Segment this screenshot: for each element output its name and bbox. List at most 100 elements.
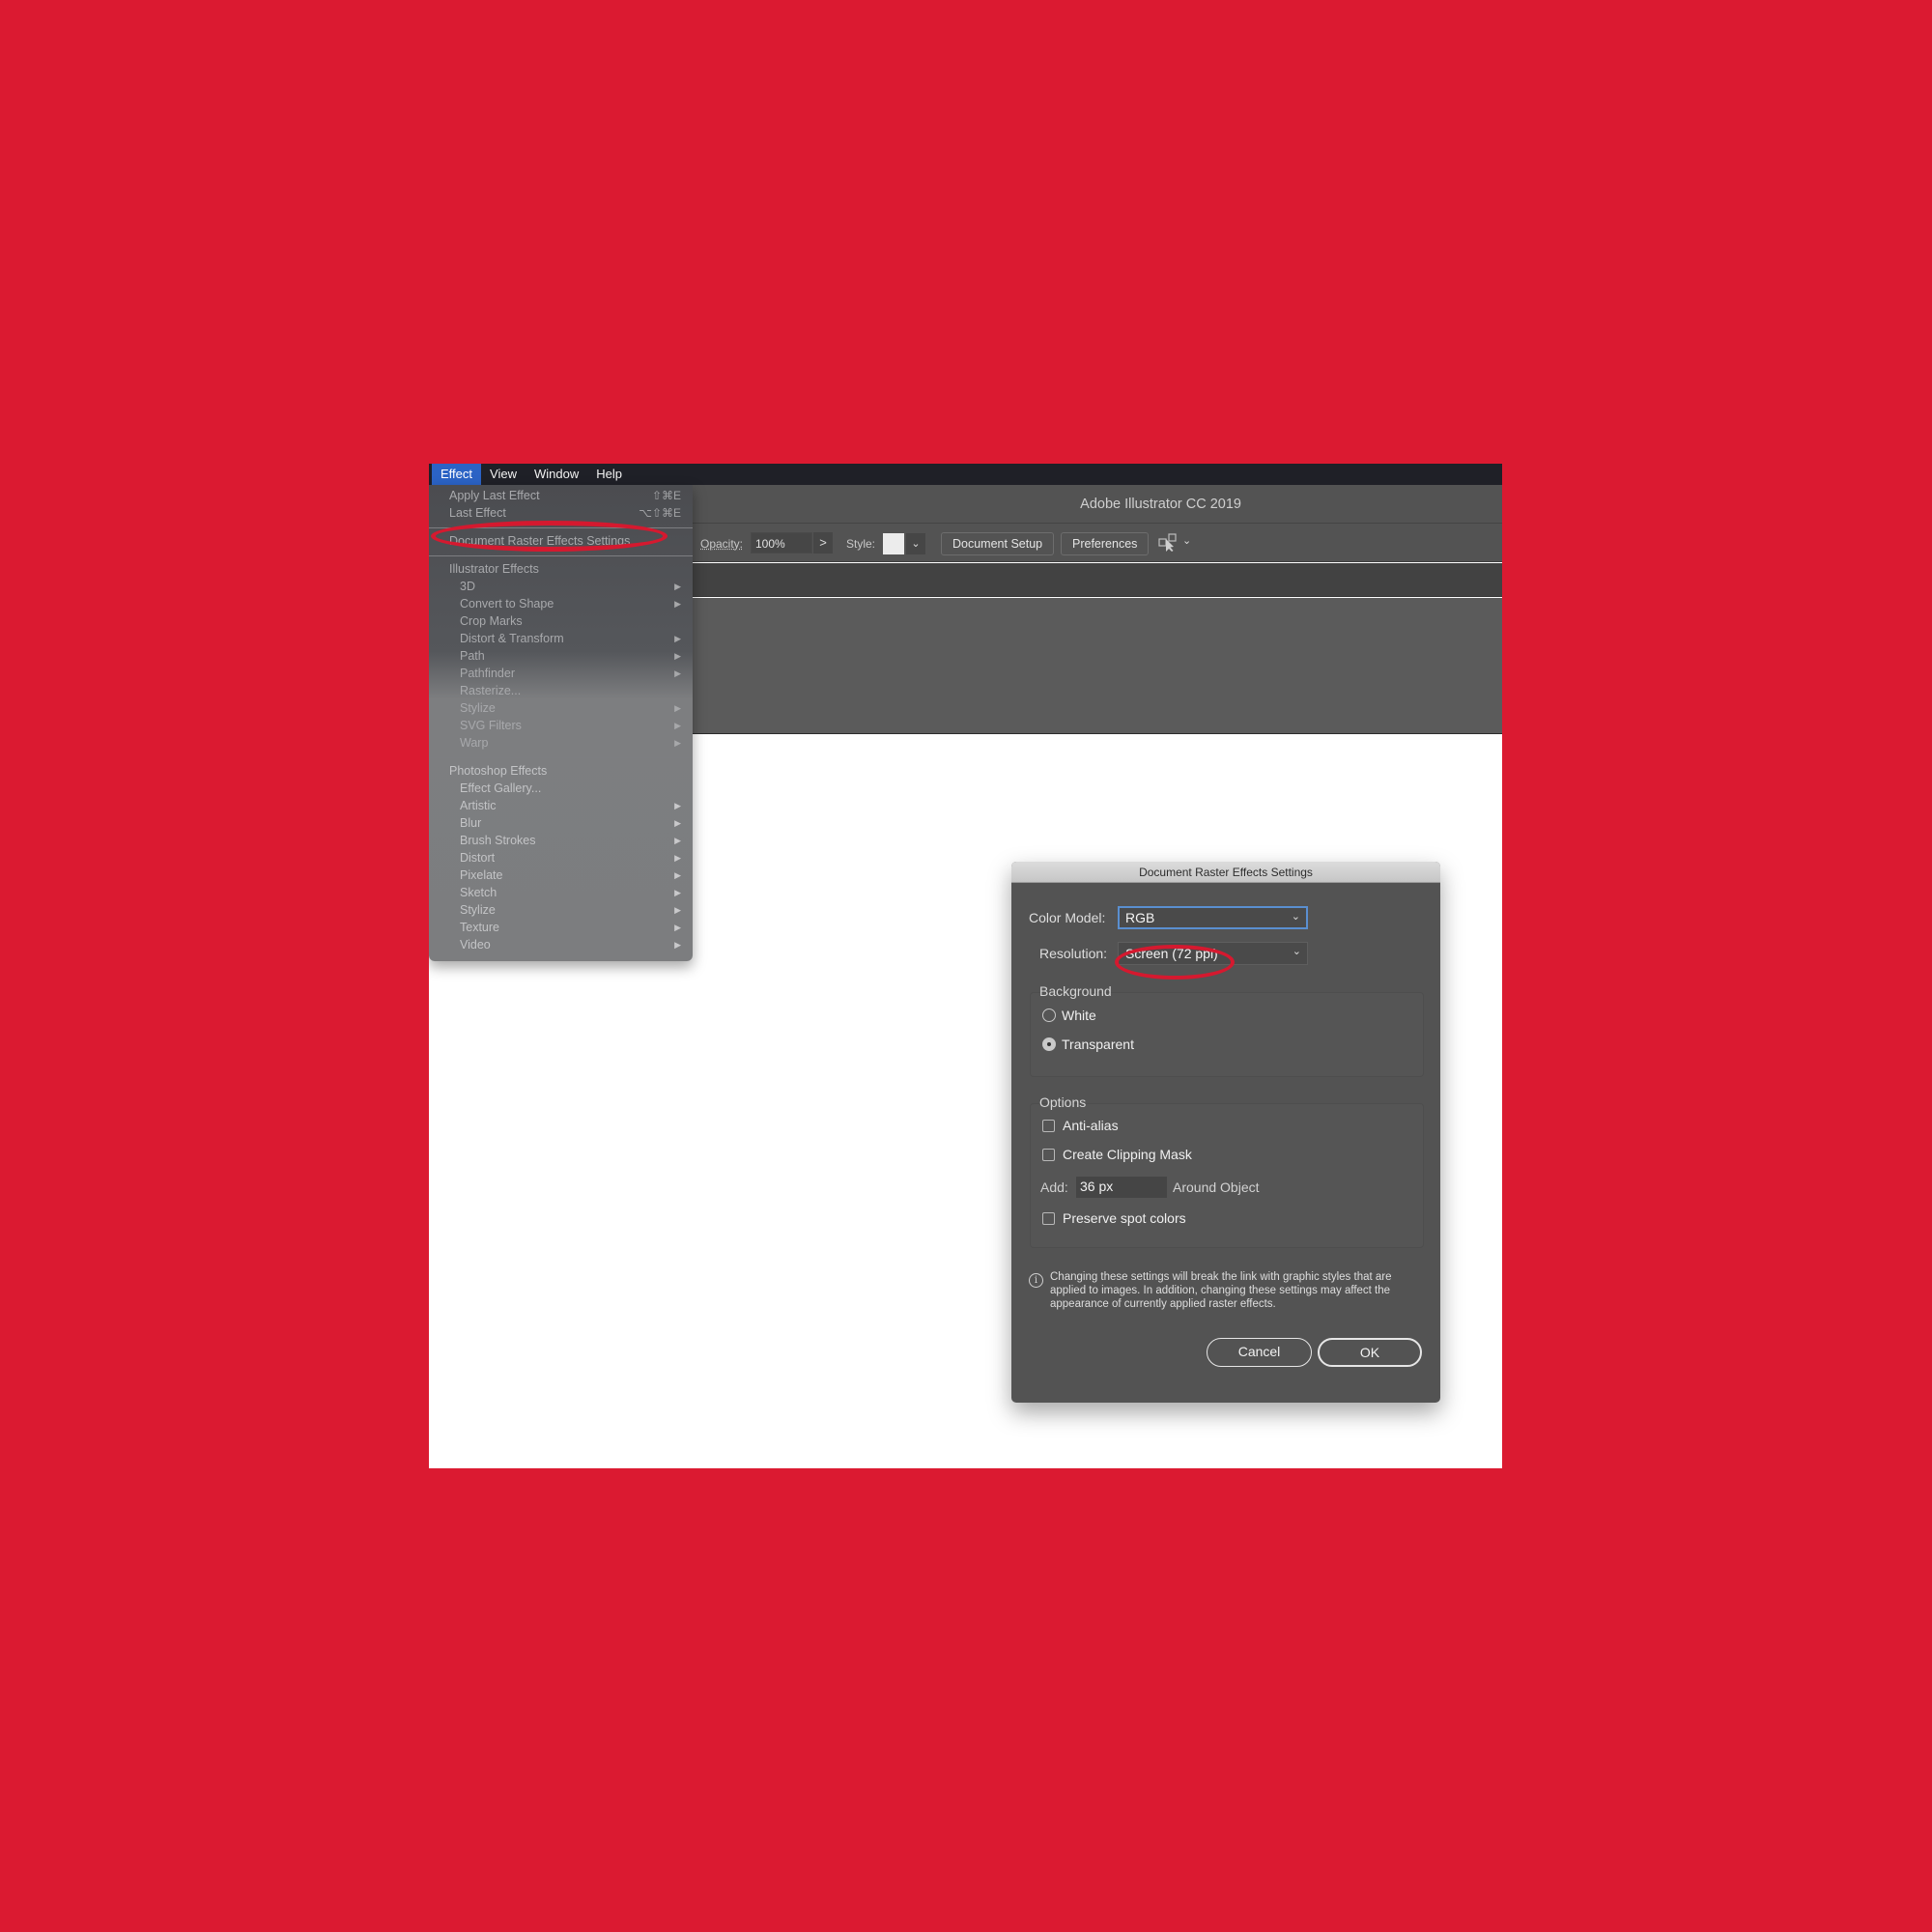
menu-bar: Effect View Window Help — [429, 464, 1502, 485]
add-label: Add: — [1040, 1179, 1068, 1195]
style-swatch[interactable] — [883, 533, 904, 554]
submenu-arrow-icon: ▶ — [674, 634, 681, 643]
checkbox-label: Anti-alias — [1063, 1118, 1119, 1133]
submenu-arrow-icon: ▶ — [674, 703, 681, 713]
menu-item-label: SVG Filters — [460, 719, 522, 732]
menu-item-texture[interactable]: Texture ▶ — [429, 919, 693, 936]
menu-item-label: Blur — [460, 816, 482, 830]
opacity-label[interactable]: Opacity: — [700, 537, 743, 551]
submenu-arrow-icon: ▶ — [674, 940, 681, 950]
app-title: Adobe Illustrator CC 2019 — [1080, 497, 1241, 512]
shortcut-label: ⇧⌘E — [651, 489, 681, 502]
radio-label: White — [1062, 1008, 1096, 1023]
menu-item-warp[interactable]: Warp ▶ — [429, 734, 693, 752]
menu-item-brush-strokes[interactable]: Brush Strokes ▶ — [429, 832, 693, 849]
illustrator-window: Effect View Window Help Adobe Illustrato… — [429, 464, 1502, 1468]
menu-view[interactable]: View — [481, 464, 526, 485]
menu-help[interactable]: Help — [587, 464, 631, 485]
dialog-title: Document Raster Effects Settings — [1011, 862, 1440, 883]
menu-item-label: Sketch — [460, 886, 497, 899]
menu-item-pathfinder[interactable]: Pathfinder ▶ — [429, 665, 693, 682]
menu-item-convert-to-shape[interactable]: Convert to Shape ▶ — [429, 595, 693, 612]
checkbox-label: Create Clipping Mask — [1063, 1147, 1192, 1162]
menu-section-illustrator-effects: Illustrator Effects — [449, 562, 539, 576]
menu-item-label: Apply Last Effect — [449, 489, 540, 502]
submenu-arrow-icon: ▶ — [674, 870, 681, 880]
menu-item-label: Distort — [460, 851, 496, 865]
highlight-ellipse-raster-settings — [431, 521, 668, 552]
document-raster-effects-settings-dialog: Document Raster Effects Settings Color M… — [1011, 862, 1440, 1403]
anti-alias-checkbox[interactable]: Anti-alias — [1042, 1118, 1119, 1133]
document-setup-button[interactable]: Document Setup — [941, 532, 1055, 555]
background-white-radio[interactable]: White — [1042, 1008, 1096, 1023]
menu-window[interactable]: Window — [526, 464, 587, 485]
checkbox-icon — [1042, 1148, 1055, 1161]
menu-item-label: Brush Strokes — [460, 834, 536, 847]
menu-item-stylize[interactable]: Stylize ▶ — [429, 699, 693, 717]
chevron-down-icon: ⌄ — [1292, 946, 1301, 957]
menu-item-label: Path — [460, 649, 485, 663]
menu-item-path[interactable]: Path ▶ — [429, 647, 693, 665]
ok-button[interactable]: OK — [1318, 1338, 1422, 1367]
menu-item-blur[interactable]: Blur ▶ — [429, 814, 693, 832]
shortcut-label: ⌥⇧⌘E — [639, 506, 681, 520]
submenu-arrow-icon: ▶ — [674, 888, 681, 897]
menu-item-sketch[interactable]: Sketch ▶ — [429, 884, 693, 901]
submenu-arrow-icon: ▶ — [674, 818, 681, 828]
menu-item-pixelate[interactable]: Pixelate ▶ — [429, 867, 693, 884]
color-model-label: Color Model: — [1029, 910, 1106, 925]
menu-item-stylize[interactable]: Stylize ▶ — [429, 901, 693, 919]
menu-item-label: Artistic — [460, 799, 497, 812]
menu-item-label: Rasterize... — [460, 684, 522, 697]
style-label: Style: — [846, 537, 876, 551]
background-group-title: Background — [1039, 983, 1112, 999]
submenu-arrow-icon: ▶ — [674, 801, 681, 810]
opacity-more-button[interactable]: > — [813, 532, 833, 554]
menu-item-apply-last-effect[interactable]: Apply Last Effect ⇧⌘E — [429, 487, 693, 504]
menu-item-label: Convert to Shape — [460, 597, 554, 611]
menu-separator — [429, 757, 693, 758]
arrange-chevron-icon[interactable]: ⌄ — [1182, 534, 1191, 547]
menu-item-label: Stylize — [460, 701, 496, 715]
submenu-arrow-icon: ▶ — [674, 651, 681, 661]
create-clipping-mask-checkbox[interactable]: Create Clipping Mask — [1042, 1147, 1192, 1162]
background-group — [1030, 992, 1424, 1077]
resolution-label: Resolution: — [1039, 946, 1108, 961]
menu-item-svg-filters[interactable]: SVG Filters ▶ — [429, 717, 693, 734]
arrange-documents-icon[interactable] — [1158, 533, 1179, 553]
menu-item-3d[interactable]: 3D ▶ — [429, 578, 693, 595]
submenu-arrow-icon: ▶ — [674, 668, 681, 678]
menu-item-label: Texture — [460, 921, 499, 934]
menu-effect[interactable]: Effect — [432, 464, 482, 485]
menu-item-crop-marks[interactable]: Crop Marks — [429, 612, 693, 630]
menu-item-last-effect[interactable]: Last Effect ⌥⇧⌘E — [429, 504, 693, 522]
cancel-button[interactable]: Cancel — [1207, 1338, 1312, 1367]
checkbox-icon — [1042, 1211, 1055, 1225]
around-object-label: Around Object — [1173, 1179, 1260, 1195]
menu-item-label: Pixelate — [460, 868, 503, 882]
menu-item-effect-gallery[interactable]: Effect Gallery... — [429, 780, 693, 797]
submenu-arrow-icon: ▶ — [674, 738, 681, 748]
radio-icon — [1042, 1009, 1056, 1022]
opacity-input[interactable]: 100% — [751, 532, 812, 554]
menu-item-label: Video — [460, 938, 491, 952]
submenu-arrow-icon: ▶ — [674, 836, 681, 845]
menu-item-artistic[interactable]: Artistic ▶ — [429, 797, 693, 814]
add-around-object-input[interactable]: 36 px — [1076, 1177, 1167, 1198]
submenu-arrow-icon: ▶ — [674, 582, 681, 591]
menu-item-rasterize[interactable]: Rasterize... — [429, 682, 693, 699]
menu-item-distort-transform[interactable]: Distort & Transform ▶ — [429, 630, 693, 647]
radio-selected-icon — [1042, 1037, 1056, 1051]
checkbox-icon — [1042, 1119, 1055, 1132]
submenu-arrow-icon: ▶ — [674, 721, 681, 730]
background-transparent-radio[interactable]: Transparent — [1042, 1037, 1134, 1052]
preserve-spot-colors-checkbox[interactable]: Preserve spot colors — [1042, 1210, 1186, 1226]
style-dropdown-chevron-icon[interactable]: ⌄ — [906, 533, 925, 554]
menu-item-video[interactable]: Video ▶ — [429, 936, 693, 953]
menu-item-label: Distort & Transform — [460, 632, 564, 645]
options-group-title: Options — [1039, 1094, 1087, 1110]
info-icon: i — [1029, 1273, 1043, 1288]
color-model-select[interactable]: RGB ⌄ — [1118, 906, 1308, 929]
preferences-button[interactable]: Preferences — [1061, 532, 1150, 555]
menu-item-distort[interactable]: Distort ▶ — [429, 849, 693, 867]
